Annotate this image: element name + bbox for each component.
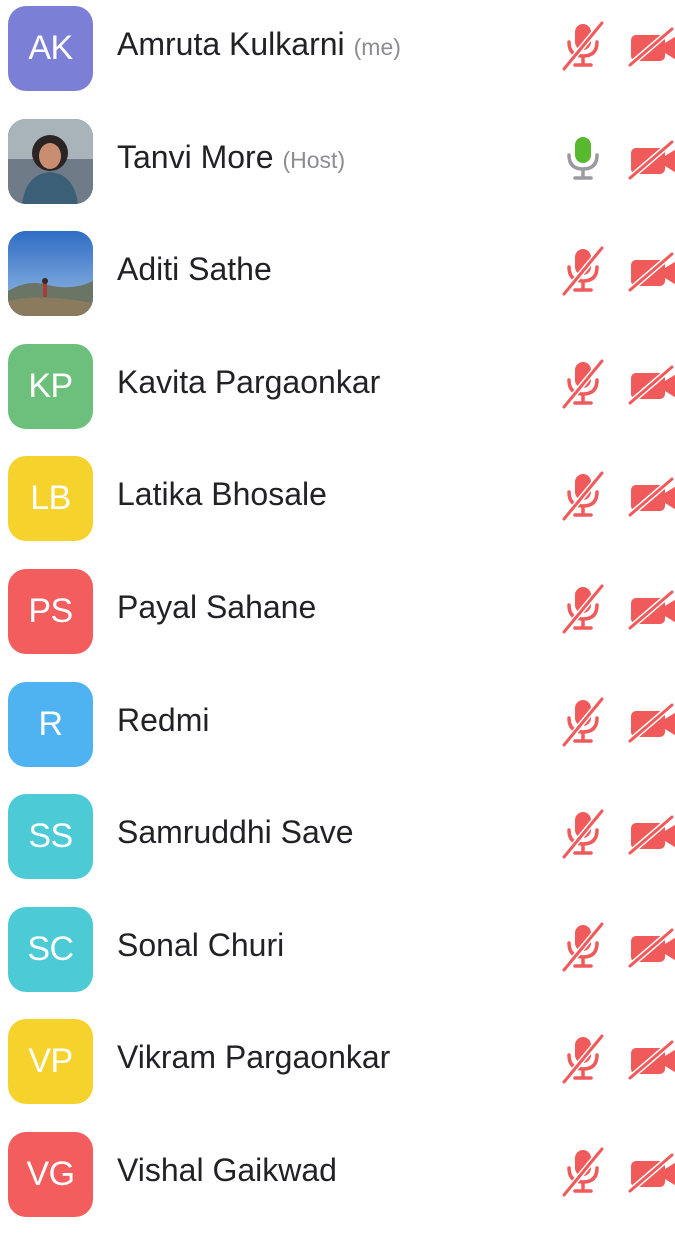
- participant-name-line: Samruddhi Save: [117, 814, 363, 858]
- microphone-muted-icon[interactable]: [560, 470, 608, 522]
- microphone-muted-icon[interactable]: [560, 921, 608, 973]
- microphone-muted-icon[interactable]: [560, 808, 608, 860]
- video-off-icon[interactable]: [627, 589, 675, 631]
- participant-tag: (Host): [282, 147, 346, 173]
- microphone-muted-icon[interactable]: [560, 358, 608, 410]
- microphone-muted-icon[interactable]: [560, 20, 608, 72]
- avatar: KP: [8, 344, 93, 429]
- participant-name-line: Redmi: [117, 702, 218, 746]
- participant-name: Samruddhi Save: [117, 814, 354, 850]
- microphone-on-icon[interactable]: [560, 133, 608, 185]
- participant-name: Amruta Kulkarni: [117, 26, 345, 62]
- participant-row[interactable]: KP Kavita Pargaonkar: [0, 338, 675, 450]
- participant-row[interactable]: VP Vikram Pargaonkar: [0, 1013, 675, 1125]
- participant-row[interactable]: LB Latika Bhosale: [0, 450, 675, 562]
- participant-name-line: Latika Bhosale: [117, 476, 336, 520]
- avatar: SC: [8, 907, 93, 992]
- microphone-muted-icon[interactable]: [560, 696, 608, 748]
- microphone-muted-icon[interactable]: [560, 1146, 608, 1198]
- participant-name: Vishal Gaikwad: [117, 1152, 337, 1188]
- participant-row[interactable]: SC Sonal Churi: [0, 901, 675, 1013]
- avatar: SS: [8, 794, 93, 879]
- participant-row[interactable]: SS Samruddhi Save: [0, 788, 675, 900]
- avatar: R: [8, 682, 93, 767]
- video-off-icon[interactable]: [627, 814, 675, 856]
- participant-name: Payal Sahane: [117, 589, 317, 625]
- microphone-muted-icon[interactable]: [560, 583, 608, 635]
- participant-name-line: Aditi Sathe: [117, 251, 281, 295]
- photo-avatar: [8, 119, 93, 204]
- participant-name-line: Vishal Gaikwad: [117, 1152, 346, 1196]
- video-off-icon[interactable]: [627, 364, 675, 406]
- video-off-icon[interactable]: [627, 251, 675, 293]
- participant-name-line: Vikram Pargaonkar: [117, 1039, 399, 1083]
- participant-row[interactable]: Aditi Sathe: [0, 225, 675, 337]
- video-off-icon[interactable]: [627, 476, 675, 518]
- participant-name-line: Kavita Pargaonkar: [117, 364, 389, 408]
- participant-name: Latika Bhosale: [117, 476, 327, 512]
- participant-row[interactable]: VG Vishal Gaikwad: [0, 1126, 675, 1238]
- avatar: AK: [8, 6, 93, 91]
- participant-row[interactable]: R Redmi: [0, 676, 675, 788]
- video-off-icon[interactable]: [627, 139, 675, 181]
- avatar: PS: [8, 569, 93, 654]
- video-off-icon[interactable]: [627, 702, 675, 744]
- video-off-icon[interactable]: [627, 1039, 675, 1081]
- participant-tag: (me): [353, 34, 401, 60]
- participant-name: Tanvi More: [117, 139, 274, 175]
- participant-row[interactable]: Tanvi More (Host): [0, 113, 675, 225]
- participant-list: AK Amruta Kulkarni (me) Tanvi More (Host…: [0, 0, 675, 1217]
- microphone-muted-icon[interactable]: [560, 245, 608, 297]
- video-off-icon[interactable]: [627, 1152, 675, 1194]
- microphone-muted-icon[interactable]: [560, 1033, 608, 1085]
- participant-name: Aditi Sathe: [117, 251, 272, 287]
- avatar: VG: [8, 1132, 93, 1217]
- video-off-icon[interactable]: [627, 26, 675, 68]
- participant-name: Sonal Churi: [117, 927, 285, 963]
- participant-name: Vikram Pargaonkar: [117, 1039, 391, 1075]
- landscape-photo-avatar: [8, 231, 93, 316]
- participant-name: Redmi: [117, 702, 210, 738]
- participant-name-line: Sonal Churi: [117, 927, 293, 971]
- participant-name-line: Tanvi More (Host): [117, 139, 345, 183]
- participant-name: Kavita Pargaonkar: [117, 364, 381, 400]
- participant-row[interactable]: PS Payal Sahane: [0, 563, 675, 675]
- avatar: VP: [8, 1019, 93, 1104]
- participant-name-line: Amruta Kulkarni (me): [117, 26, 401, 70]
- video-off-icon[interactable]: [627, 927, 675, 969]
- participant-name-line: Payal Sahane: [117, 589, 325, 633]
- avatar: LB: [8, 456, 93, 541]
- participant-row[interactable]: AK Amruta Kulkarni (me): [0, 0, 675, 112]
